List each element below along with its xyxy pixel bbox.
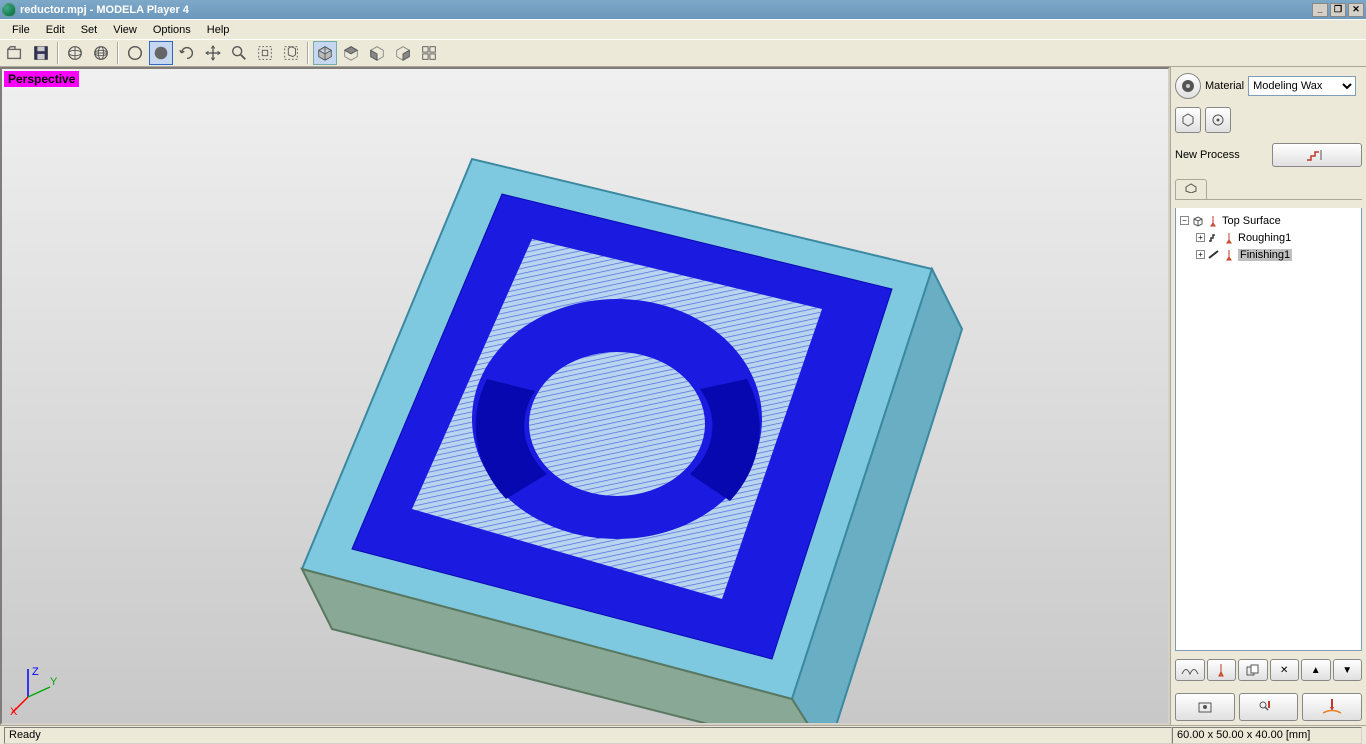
process-tree[interactable]: − Top Surface + Roughing1 + Finishing1 [1175, 208, 1362, 651]
toolbar [0, 39, 1366, 67]
view-solid-circle-icon[interactable] [149, 41, 173, 65]
menu-bar: File Edit Set View Options Help [0, 19, 1366, 39]
menu-edit[interactable]: Edit [38, 22, 73, 38]
window-title: reductor.mpj - MODELA Player 4 [20, 4, 1310, 16]
menu-view[interactable]: View [105, 22, 145, 38]
tree-item-label: Finishing1 [1238, 249, 1292, 261]
expand-icon[interactable]: + [1196, 233, 1205, 242]
menu-set[interactable]: Set [73, 22, 106, 38]
move-up-button[interactable]: ▲ [1301, 659, 1331, 681]
tool-icon [1223, 249, 1235, 261]
material-label: Material [1205, 80, 1244, 92]
roughing-icon [1208, 232, 1220, 244]
model-geometry [262, 129, 982, 725]
new-process-button[interactable] [1272, 143, 1363, 167]
view-iso-icon[interactable] [313, 41, 337, 65]
save-icon[interactable] [29, 41, 53, 65]
simulate-button[interactable] [1239, 693, 1299, 721]
axis-x-label: X [10, 706, 18, 717]
machine-settings-button[interactable] [1175, 73, 1201, 99]
tree-root[interactable]: − Top Surface [1178, 212, 1359, 229]
axis-y-label: Y [50, 676, 58, 688]
new-process-label: New Process [1175, 149, 1264, 161]
right-panel: Material Modeling Wax New Process − Top … [1170, 67, 1366, 725]
collapse-icon[interactable]: − [1180, 216, 1189, 225]
tree-item-finishing[interactable]: + Finishing1 [1178, 246, 1359, 263]
view-front-icon[interactable] [365, 41, 389, 65]
view-mode-label: Perspective [4, 71, 79, 87]
axis-triad: Z Y X [10, 665, 62, 717]
delete-button[interactable]: ✕ [1270, 659, 1300, 681]
toolpath-button[interactable] [1175, 659, 1205, 681]
fit-icon[interactable] [253, 41, 277, 65]
menu-file[interactable]: File [4, 22, 38, 38]
view-globe-icon[interactable] [63, 41, 87, 65]
status-dimensions: 60.00 x 50.00 x 40.00 [mm] [1172, 727, 1362, 744]
open-icon[interactable] [3, 41, 27, 65]
menu-help[interactable]: Help [199, 22, 238, 38]
status-bar: Ready 60.00 x 50.00 x 40.00 [mm] [0, 725, 1366, 744]
cut-button[interactable] [1302, 693, 1362, 721]
axis-z-label: Z [32, 666, 39, 678]
close-button[interactable]: ✕ [1348, 3, 1364, 17]
edit-tool-button[interactable] [1207, 659, 1237, 681]
copy-button[interactable] [1238, 659, 1268, 681]
status-text: Ready [4, 727, 1172, 744]
view-outline-circle-icon[interactable] [123, 41, 147, 65]
fit-selection-icon[interactable] [279, 41, 303, 65]
menu-options[interactable]: Options [145, 22, 199, 38]
view-grid-globe-icon[interactable] [89, 41, 113, 65]
pan-icon[interactable] [201, 41, 225, 65]
cube-icon [1192, 215, 1204, 227]
tree-root-label: Top Surface [1222, 215, 1281, 227]
tree-item-roughing[interactable]: + Roughing1 [1178, 229, 1359, 246]
preview-button[interactable] [1175, 693, 1235, 721]
material-select[interactable]: Modeling Wax [1248, 76, 1356, 96]
tool-icon [1207, 215, 1219, 227]
minimize-button[interactable]: _ [1312, 3, 1328, 17]
model-setup-button[interactable] [1175, 107, 1201, 133]
process-tabs [1175, 179, 1362, 200]
tool-icon [1223, 232, 1235, 244]
rotate-icon[interactable] [175, 41, 199, 65]
tree-item-label: Roughing1 [1238, 232, 1291, 244]
view-top-icon[interactable] [339, 41, 363, 65]
3d-viewport[interactable]: Perspective [0, 67, 1170, 725]
origin-setup-button[interactable] [1205, 107, 1231, 133]
zoom-icon[interactable] [227, 41, 251, 65]
tab-surface[interactable] [1175, 179, 1207, 199]
app-icon [2, 3, 16, 17]
title-bar: reductor.mpj - MODELA Player 4 _ ❐ ✕ [0, 0, 1366, 19]
expand-icon[interactable]: + [1196, 250, 1205, 259]
finishing-icon [1208, 249, 1220, 261]
view-side-icon[interactable] [391, 41, 415, 65]
maximize-button[interactable]: ❐ [1330, 3, 1346, 17]
view-quad-icon[interactable] [417, 41, 441, 65]
move-down-button[interactable]: ▼ [1333, 659, 1363, 681]
